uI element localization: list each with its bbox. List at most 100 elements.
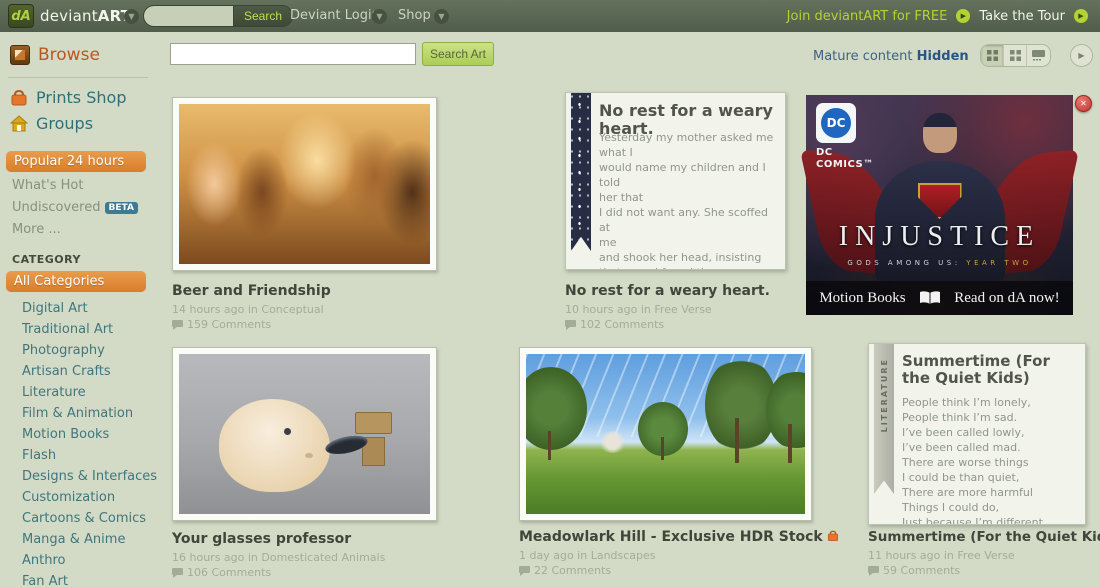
filter-more[interactable]: More ...	[12, 222, 61, 237]
search-art-button[interactable]: Search Art	[422, 42, 494, 66]
deviation-comments-link[interactable]: 106 Comments	[172, 566, 385, 579]
mature-toggle-link[interactable]: Hidden	[917, 49, 969, 64]
deviation-thumb-glasses-professor[interactable]	[172, 347, 437, 521]
category-all-categories[interactable]: All Categories	[6, 271, 146, 292]
category-literature[interactable]: Literature	[22, 382, 152, 403]
category-fan-art[interactable]: Fan Art	[22, 571, 152, 587]
injustice-ad-banner[interactable]: DC DC COMICS™ INJUSTICE GODS AMONG US: Y…	[806, 95, 1073, 315]
deviation-comments-link[interactable]: 22 Comments	[519, 564, 839, 577]
open-book-icon	[919, 291, 941, 305]
cardboard-robot-head	[355, 412, 393, 434]
category-cartoons-comics[interactable]: Cartoons & Comics	[22, 508, 152, 529]
comment-bubble-icon	[519, 566, 530, 576]
literature-excerpt-body: Yesterday my mother asked me what I woul…	[599, 131, 779, 270]
category-motion-books[interactable]: Motion Books	[22, 424, 152, 445]
deviation-meta: 11 hours ago in Free Verse	[868, 549, 1100, 562]
logo-glyph: dA	[11, 10, 30, 23]
deviation-title[interactable]: Beer and Friendship	[172, 283, 331, 299]
beta-badge: BETA	[105, 202, 138, 214]
view-thumbs-detail-button[interactable]	[981, 45, 1004, 66]
slideshow-button[interactable]: ▶	[1070, 44, 1093, 67]
grid-icon	[987, 50, 998, 61]
deviation-caption: Meadowlark Hill - Exclusive HDR Stock 1 …	[519, 529, 839, 577]
view-mode-group	[980, 44, 1051, 67]
login-chevron-down-icon[interactable]: ▼	[372, 9, 387, 24]
sidebar-divider	[8, 77, 148, 78]
nav-deviant-login[interactable]: Deviant Login	[290, 8, 380, 23]
tree-trunk	[661, 437, 664, 459]
deviation-title[interactable]: Summertime (For the Quiet Kids)	[868, 529, 1100, 545]
sidebar-item-groups[interactable]: Groups	[10, 114, 93, 133]
literature-excerpt-body: People think I’m lonely, People think I’…	[902, 396, 1079, 525]
filter-whats-hot[interactable]: What's Hot	[12, 178, 83, 193]
tour-link[interactable]: Take the Tour	[979, 9, 1065, 24]
header-search-input[interactable]	[143, 5, 233, 27]
deviation-thumb-summertime-literature[interactable]: LITERATURE Summertime (For the Quiet Kid…	[868, 343, 1086, 525]
deviation-thumb-meadowlark-hill[interactable]	[519, 347, 812, 521]
join-play-icon[interactable]: ▶	[956, 9, 970, 23]
deviation-meta: 14 hours ago in Conceptual	[172, 303, 331, 316]
landscape-photo	[526, 354, 805, 514]
view-thumbs-button[interactable]	[1004, 45, 1027, 66]
deviation-thumb-no-rest-literature[interactable]: No rest for a weary heart. Yesterday my …	[565, 92, 786, 270]
join-link[interactable]: Join deviantART for FREE	[787, 9, 948, 24]
guinea-pig-shape	[219, 399, 329, 492]
deviation-caption: Your glasses professor 16 hours ago in D…	[172, 531, 385, 579]
night-sky-ribbon-icon	[571, 93, 591, 251]
comment-bubble-icon	[565, 320, 576, 330]
ad-footer-right: Read on dA now!	[954, 290, 1059, 307]
tree-trunk	[788, 424, 792, 462]
sidebar-item-prints-shop[interactable]: Prints Shop	[10, 88, 126, 107]
nav-shop[interactable]: Shop	[398, 8, 431, 23]
category-section-header: CATEGORY	[12, 253, 81, 266]
view-list-button[interactable]	[1027, 45, 1050, 66]
category-flash[interactable]: Flash	[22, 445, 152, 466]
category-artisan-crafts[interactable]: Artisan Crafts	[22, 361, 152, 382]
ad-close-button[interactable]: ✕	[1075, 95, 1092, 112]
beer-painting-image	[179, 104, 430, 264]
art-search-input[interactable]	[170, 43, 416, 65]
sidebar-item-browse[interactable]: Browse	[10, 45, 100, 65]
logo-chevron-down-icon[interactable]: ▼	[124, 9, 139, 24]
tree-trunk	[735, 418, 739, 463]
category-traditional-art[interactable]: Traditional Art	[22, 319, 152, 340]
superman-head	[923, 113, 957, 153]
header-search-button[interactable]: Search	[233, 5, 293, 27]
deviation-title[interactable]: No rest for a weary heart.	[565, 283, 770, 299]
deviation-caption: Beer and Friendship 14 hours ago in Conc…	[172, 283, 331, 331]
category-photography[interactable]: Photography	[22, 340, 152, 361]
literature-excerpt-title: Summertime (For the Quiet Kids)	[902, 353, 1077, 388]
category-film-animation[interactable]: Film & Animation	[22, 403, 152, 424]
ad-subtitle: GODS AMONG US: YEAR TWO	[806, 259, 1073, 267]
shopping-bag-icon	[10, 89, 28, 107]
literature-ribbon-icon: LITERATURE	[874, 344, 894, 494]
deviantart-logo-icon[interactable]: dA	[8, 4, 34, 28]
filter-popular-24-hours[interactable]: Popular 24 hours	[6, 151, 146, 172]
deviation-thumb-beer-and-friendship[interactable]	[172, 97, 437, 271]
site-title[interactable]: deviantART	[40, 7, 131, 25]
tree-trunk	[548, 431, 551, 460]
list-view-icon	[1032, 50, 1045, 61]
filter-undiscovered[interactable]: UndiscoveredBETA	[12, 200, 138, 215]
category-customization[interactable]: Customization	[22, 487, 152, 508]
deviation-title[interactable]: Meadowlark Hill - Exclusive HDR Stock	[519, 529, 839, 545]
comment-bubble-icon	[172, 320, 183, 330]
ad-title: INJUSTICE	[806, 221, 1073, 253]
tour-play-icon[interactable]: ▶	[1074, 9, 1088, 23]
category-designs-interfaces[interactable]: Designs & Interfaces	[22, 466, 152, 487]
deviation-comments-link[interactable]: 102 Comments	[565, 318, 770, 331]
deviation-title[interactable]: Your glasses professor	[172, 531, 385, 547]
deviation-comments-link[interactable]: 159 Comments	[172, 318, 331, 331]
category-digital-art[interactable]: Digital Art	[22, 298, 152, 319]
category-anthro[interactable]: Anthro	[22, 550, 152, 571]
deviation-meta: 10 hours ago in Free Verse	[565, 303, 770, 316]
prints-bag-icon	[827, 530, 839, 542]
shop-chevron-down-icon[interactable]: ▼	[434, 9, 449, 24]
deviation-comments-link[interactable]: 59 Comments	[868, 564, 1100, 577]
category-manga-anime[interactable]: Manga & Anime	[22, 529, 152, 550]
house-icon	[10, 115, 28, 133]
blossom-tree-shape	[599, 431, 627, 453]
browse-page: dA deviantART ▼ Search Deviant Login ▼ S…	[0, 0, 1100, 587]
browse-art-icon	[10, 45, 30, 65]
mature-content-setting: Mature content Hidden	[813, 49, 969, 64]
